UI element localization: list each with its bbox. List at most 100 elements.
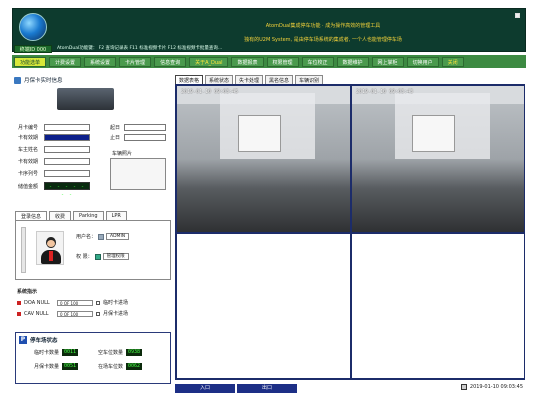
banner-line-1: AtomDual集成停车功能 · 成为操作高效的管理工具 <box>265 23 381 29</box>
end-date-field[interactable] <box>124 134 166 141</box>
valid-row: 卡有效期 <box>18 158 90 165</box>
nav-item-online[interactable]: 网上掌柜 <box>371 56 404 67</box>
camera-view-2[interactable]: 2019-01-10 09:03:43 <box>351 85 525 233</box>
vehicle-photo <box>110 158 166 190</box>
end-date-row: 止日 <box>110 134 166 141</box>
monthly-card-checkbox[interactable] <box>96 311 100 316</box>
space-count: 0938 <box>126 349 143 356</box>
nav-item-close[interactable]: 关闭 <box>441 56 464 67</box>
user-icon <box>98 233 105 240</box>
key-icon <box>94 253 101 260</box>
nav-item-about[interactable]: 关于A_Dual <box>189 56 229 67</box>
window-minimize-icon[interactable] <box>515 13 520 18</box>
nav-item-system[interactable]: 系统设置 <box>84 56 117 67</box>
serial-field[interactable] <box>44 170 90 177</box>
user-avatar <box>36 231 64 265</box>
parking-status-panel: P 停车场状态 临时卡数量 0011 空车位数量 0938 月保卡数量 0051… <box>15 332 171 384</box>
nav-item-space-correction[interactable]: 车位校正 <box>301 56 334 67</box>
serial-label: 卡序列号 <box>18 171 39 177</box>
nav-item-query[interactable]: 信息查询 <box>154 56 187 67</box>
header-banner: 终端ID 000 AtomDual集成停车功能 · 成为操作高效的管理工具 独有… <box>12 8 526 53</box>
parking-title-text: 停车场状态 <box>30 338 58 344</box>
temp-card-checkbox-label: 临时卡进场 <box>103 300 129 306</box>
main-nav: 功能选单 计费设置 系统设置 卡片管理 信息查询 关于A_Dual 数据报表 权… <box>12 55 526 68</box>
occupied-count-row: 在场车位数 0062 <box>98 363 143 370</box>
start-date-field[interactable] <box>124 124 166 131</box>
left-panel: 月保卡实时信息 月卡编号 卡有效期 车主姓名 卡有效期 卡序列号 储值金额 - … <box>12 70 172 402</box>
owner-row: 车主姓名 <box>18 146 90 153</box>
nav-item-switch-user[interactable]: 切换用户 <box>406 56 439 67</box>
permission-row: 权 限： 管理权限 <box>76 253 129 260</box>
device-id: 终端ID 000 <box>14 45 52 53</box>
username-label: 用户名： <box>76 234 97 240</box>
entry-button[interactable]: 入口 <box>175 383 235 393</box>
nav-item-billing[interactable]: 计费设置 <box>49 56 82 67</box>
card-reader-image <box>57 88 114 110</box>
nav-item-permissions[interactable]: 权限管理 <box>266 56 299 67</box>
monthly-card-checkbox-label: 月保卡进场 <box>103 311 129 317</box>
owner-field[interactable] <box>44 146 90 153</box>
avatar-tie <box>49 251 53 261</box>
temp-card-count-label: 临时卡数量 <box>34 350 60 356</box>
card-status-label: 卡有效期 <box>18 135 39 141</box>
function-key-ticker: AtomDual功能键： F2 查询记录表 F11 标准视频卡片 F12 标准视… <box>57 46 223 51</box>
camera-2-timestamp: 2019-01-10 09:03:43 <box>356 89 414 95</box>
login-scrollbar[interactable] <box>21 227 26 273</box>
monthly-card-section-title: 月保卡实时信息 <box>14 76 63 84</box>
clock-text: 2019-01-10 09:03:45 <box>469 384 523 390</box>
balance-led-display: - - - - - - - <box>44 182 90 198</box>
occupied-count: 0062 <box>126 363 143 370</box>
status-clock: 2019-01-10 09:03:45 <box>460 384 523 390</box>
temp-card-checkbox[interactable] <box>96 300 100 305</box>
status-red-icon <box>17 300 21 305</box>
start-date-row: 起日 <box>110 124 166 131</box>
username-row: 用户名： ADMIN <box>76 233 130 240</box>
nav-item-reports[interactable]: 数据报表 <box>231 56 264 67</box>
avatar-face <box>47 240 55 247</box>
username-value: ADMIN <box>106 233 130 240</box>
exit-button[interactable]: 出口 <box>237 383 297 393</box>
system-row-doa: DOA NULL 0 OF 100 临时卡进场 <box>17 299 128 306</box>
camera-grid: 2019-01-10 09:03:45 2019-01-10 09:03:43 <box>175 84 525 380</box>
start-date-label: 起日 <box>110 125 121 131</box>
space-count-row: 空车位数量 0938 <box>98 349 143 356</box>
nav-item-function-menu[interactable]: 功能选单 <box>14 56 47 67</box>
card-no-label: 月卡编号 <box>18 125 39 131</box>
vehicle-photo-label: 车辆照片 <box>112 151 133 157</box>
space-count-label: 空车位数量 <box>98 350 124 356</box>
serial-row: 卡序列号 <box>18 170 90 177</box>
balance-label: 储值金额 <box>18 183 39 190</box>
camera-view-1[interactable]: 2019-01-10 09:03:45 <box>176 85 351 233</box>
system-row-name: DOA NULL <box>24 299 50 306</box>
banner-line-2: 独有的U2M System, 是由停车场系统的集成者, 一个人也能管理停车场 <box>244 37 402 43</box>
camera-view-4[interactable] <box>351 233 525 379</box>
system-indicator-title: 系统指示 <box>17 289 38 295</box>
balance-row: 储值金额 - - - - - - - <box>18 182 90 198</box>
valid-field[interactable] <box>44 158 90 165</box>
card-status-field[interactable] <box>44 134 90 141</box>
parking-status-title: P 停车场状态 <box>19 336 58 344</box>
computer-icon <box>460 384 467 390</box>
system-row-cav: CAV NULL 0 OF 100 月保卡进场 <box>17 310 128 317</box>
nav-item-maintenance[interactable]: 数据维护 <box>336 56 369 67</box>
occupied-count-label: 在场车位数 <box>98 364 124 370</box>
temp-card-count-row: 临时卡数量 0011 <box>34 349 79 356</box>
nav-item-cards[interactable]: 卡片管理 <box>119 56 152 67</box>
valid-label: 卡有效期 <box>18 159 39 165</box>
owner-label: 车主姓名 <box>18 147 39 153</box>
bottom-bar: 入口 出口 2019-01-10 09:03:45 <box>175 383 525 393</box>
section-title-text: 月保卡实时信息 <box>24 78 63 84</box>
end-date-label: 止日 <box>110 135 121 141</box>
card-no-row: 月卡编号 <box>18 124 90 131</box>
status-red-icon <box>17 311 21 316</box>
card-no-field[interactable] <box>44 124 90 131</box>
month-card-count-row: 月保卡数量 0051 <box>34 363 79 370</box>
globe-logo-icon <box>19 13 47 41</box>
permission-label: 权 限： <box>76 254 93 260</box>
camera-1-timestamp: 2019-01-10 09:03:45 <box>181 89 239 95</box>
system-row-value: 0 OF 100 <box>57 310 93 317</box>
temp-card-count: 0011 <box>62 349 79 356</box>
month-card-count: 0051 <box>62 363 79 370</box>
parking-p-icon: P <box>19 336 27 344</box>
camera-view-3[interactable] <box>176 233 351 379</box>
